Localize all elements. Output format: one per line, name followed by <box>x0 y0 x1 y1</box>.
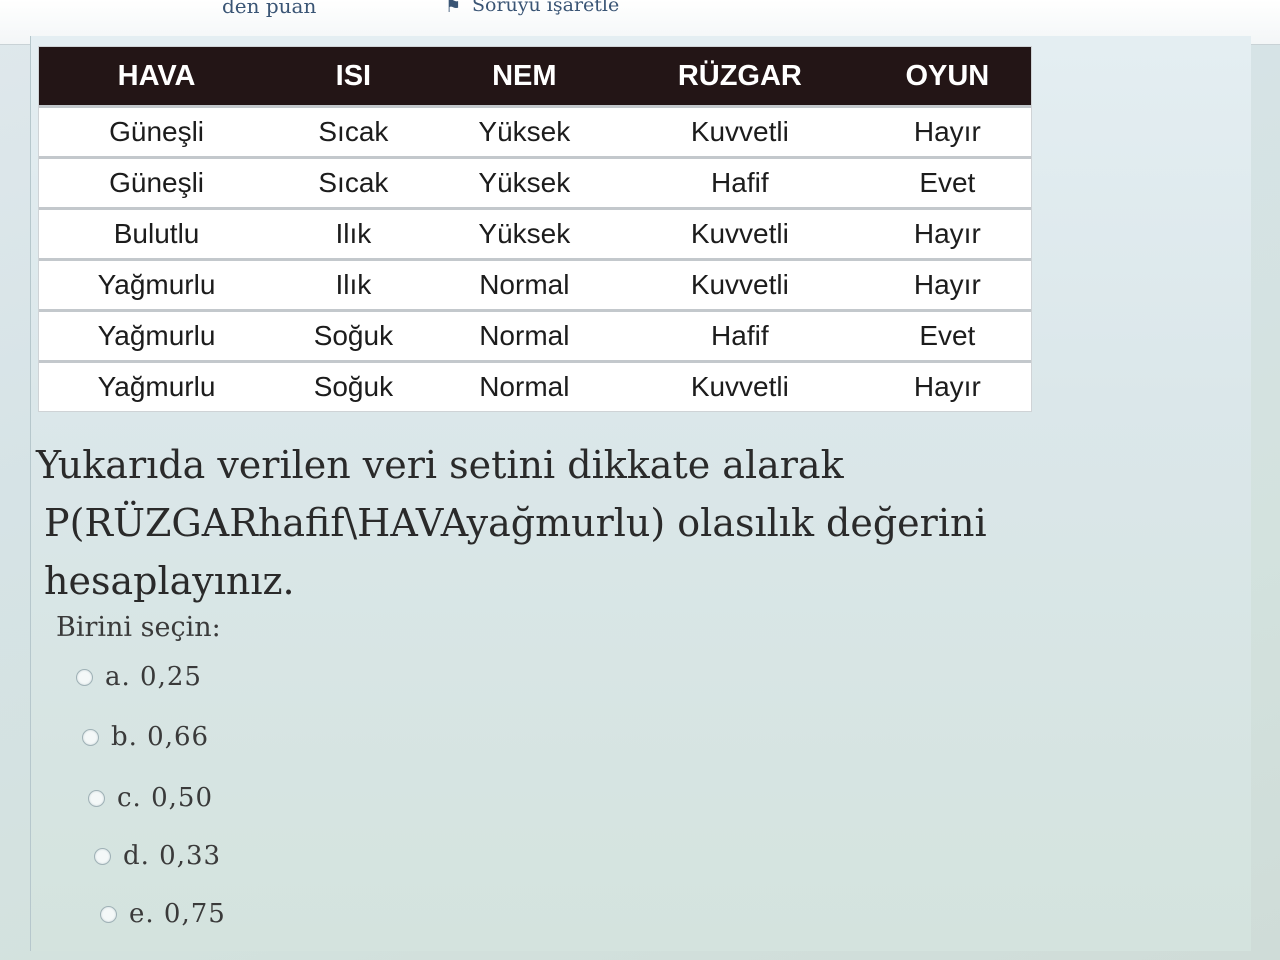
table-cell: Yüksek <box>432 156 616 209</box>
table-cell: Sıcak <box>274 156 433 209</box>
table-cell: Hayır <box>863 258 1031 311</box>
question-line-2: P(RÜZGARhafif\HAVAyağmurlu) olasılık değ… <box>44 501 987 603</box>
table-cell: Normal <box>432 360 616 411</box>
table-cell: Kuvvetli <box>616 258 864 311</box>
table-cell: Hafif <box>616 309 864 362</box>
column-header: RÜZGAR <box>616 47 864 107</box>
table-cell: Evet <box>863 156 1031 209</box>
option-label: a. 0,25 <box>105 662 202 692</box>
table-cell: Hayır <box>863 207 1031 260</box>
table-row: Yağmurlu Ilık Normal Kuvvetli Hayır <box>39 258 1031 311</box>
question-text: Yukarıda verilen veri setini dikkate ala… <box>36 436 1216 610</box>
table-cell: Ilık <box>274 207 433 260</box>
option-label: e. 0,75 <box>129 899 226 929</box>
option-label: b. 0,66 <box>111 722 210 752</box>
table-cell: Normal <box>432 309 616 362</box>
table-row: Güneşli Sıcak Yüksek Kuvvetli Hayır <box>39 105 1031 158</box>
answer-option-c[interactable]: c. 0,50 <box>88 783 213 813</box>
answer-option-d[interactable]: d. 0,33 <box>94 841 221 871</box>
points-label: den puan <box>222 0 317 18</box>
table-cell: Yağmurlu <box>39 258 275 311</box>
table-cell: Güneşli <box>39 105 275 158</box>
radio-button[interactable] <box>88 789 105 807</box>
answer-option-b[interactable]: b. 0,66 <box>82 722 209 752</box>
table-row: Bulutlu Ilık Yüksek Kuvvetli Hayır <box>39 207 1031 260</box>
option-label: c. 0,50 <box>117 783 213 813</box>
table-cell: Bulutlu <box>39 207 275 260</box>
table-row: Yağmurlu Soğuk Normal Hafif Evet <box>39 309 1031 362</box>
table-row: Güneşli Sıcak Yüksek Hafif Evet <box>39 156 1031 209</box>
question-line-1: Yukarıda verilen veri setini dikkate ala… <box>36 443 844 487</box>
table-cell: Hayır <box>863 105 1031 158</box>
flag-question-link[interactable]: Soruyu işaretle <box>472 0 619 16</box>
option-label: d. 0,33 <box>123 841 222 871</box>
table-cell: Ilık <box>274 258 433 311</box>
radio-button[interactable] <box>82 728 99 746</box>
radio-button[interactable] <box>100 905 117 923</box>
table-cell: Yağmurlu <box>39 309 275 362</box>
column-header: NEM <box>432 47 616 107</box>
table-cell: Soğuk <box>274 360 433 411</box>
table-cell: Kuvvetli <box>616 207 864 260</box>
table-cell: Hafif <box>616 156 864 209</box>
table-cell: Yağmurlu <box>39 360 275 411</box>
table-cell: Evet <box>863 309 1031 362</box>
column-header: ISI <box>274 47 433 107</box>
table-cell: Sıcak <box>274 105 433 158</box>
table-cell: Yüksek <box>432 105 616 158</box>
answer-option-a[interactable]: a. 0,25 <box>76 662 202 692</box>
table-cell: Kuvvetli <box>616 360 864 411</box>
table-cell: Hayır <box>863 360 1031 411</box>
radio-button[interactable] <box>94 847 111 865</box>
dataset-table: HAVA ISI NEM RÜZGAR OYUN Güneşli Sıcak Y… <box>38 46 1032 412</box>
flag-icon[interactable]: ⚑ <box>445 0 461 17</box>
table-header-row: HAVA ISI NEM RÜZGAR OYUN <box>39 47 1031 107</box>
table-cell: Güneşli <box>39 156 275 209</box>
radio-button[interactable] <box>76 668 93 686</box>
table-cell: Yüksek <box>432 207 616 260</box>
table-cell: Soğuk <box>274 309 433 362</box>
answer-option-e[interactable]: e. 0,75 <box>100 899 226 929</box>
table-cell: Kuvvetli <box>616 105 864 158</box>
table-row: Yağmurlu Soğuk Normal Kuvvetli Hayır <box>39 360 1031 411</box>
table-cell: Normal <box>432 258 616 311</box>
column-header: OYUN <box>863 47 1031 107</box>
answer-prompt: Birini seçin: <box>56 612 221 643</box>
column-header: HAVA <box>39 47 275 107</box>
